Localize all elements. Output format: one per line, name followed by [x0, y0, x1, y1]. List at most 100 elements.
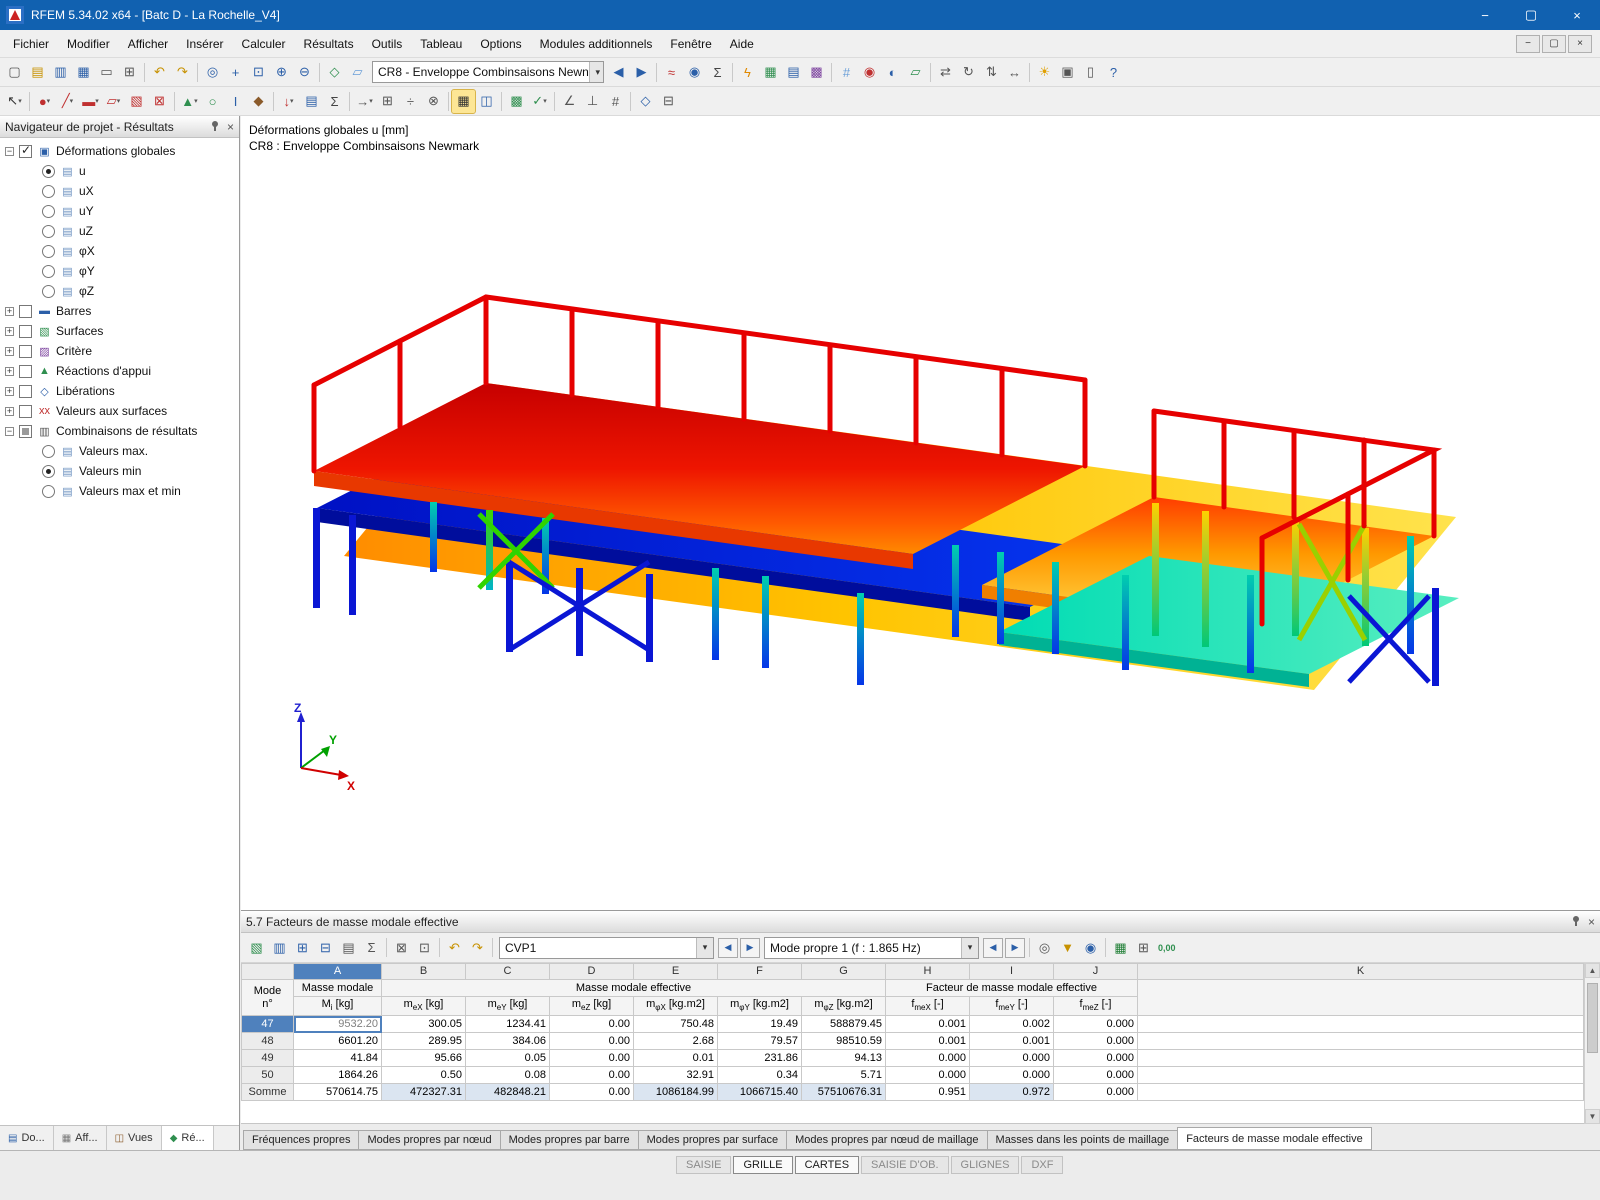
new-line-icon[interactable]: ╱ ▾: [56, 90, 79, 113]
edit-move-icon[interactable]: → ▾: [353, 90, 376, 113]
cvp-combo[interactable]: CVP1 ▾: [499, 936, 714, 959]
cell-47-b[interactable]: 300.05: [381, 1015, 466, 1034]
radio-valeurs-max-et-min[interactable]: [42, 484, 55, 498]
cell-49-e[interactable]: 0.01: [633, 1049, 718, 1068]
close-icon[interactable]: ×: [227, 120, 234, 134]
checkbox-barres[interactable]: [19, 304, 32, 318]
mdi-minimize-button[interactable]: −: [1516, 34, 1540, 53]
cell-49-j[interactable]: 0.000: [1053, 1049, 1138, 1068]
undo-table-icon[interactable]: ↶: [443, 936, 466, 959]
numbering-icon[interactable]: #: [604, 90, 627, 113]
cross-section-icon[interactable]: I: [224, 90, 247, 113]
table-filter-icon[interactable]: ▥: [268, 936, 291, 959]
mdi-restore-button[interactable]: ▢: [1542, 34, 1566, 53]
tree-item-u[interactable]: ▤ u: [0, 161, 239, 181]
collapse-icon[interactable]: −: [5, 426, 14, 436]
tree-item-valeurs-max[interactable]: ▤ Valeurs max.: [0, 441, 239, 461]
cell-47-j[interactable]: 0.000: [1053, 1015, 1138, 1034]
close-icon[interactable]: ×: [1588, 915, 1595, 929]
tree-item-x[interactable]: ▤ φX: [0, 241, 239, 261]
snap-icon[interactable]: ◉: [858, 61, 881, 84]
radio-x[interactable]: [42, 244, 55, 258]
menu-item-outils[interactable]: Outils: [363, 32, 412, 56]
radio-uz[interactable]: [42, 224, 55, 238]
tree-item-valeurs-max-et-min[interactable]: ▤ Valeurs max et min: [0, 481, 239, 501]
zoom-icon[interactable]: ◎: [201, 61, 224, 84]
clipping-icon[interactable]: ⊟: [657, 90, 680, 113]
delete-row-icon[interactable]: ⊟: [314, 936, 337, 959]
modules-icon[interactable]: ▩: [805, 61, 828, 84]
render-icon[interactable]: ☀: [1033, 61, 1056, 84]
cell-47-c[interactable]: 1234.41: [465, 1015, 550, 1034]
cell-somme-e[interactable]: 1086184.99: [633, 1083, 718, 1102]
cell-49-g[interactable]: 94.13: [801, 1049, 886, 1068]
cell-47-a[interactable]: 9532.20: [293, 1015, 382, 1034]
menu-item-aide[interactable]: Aide: [721, 32, 763, 56]
load-cases-icon[interactable]: ▤: [300, 90, 323, 113]
rotate-icon[interactable]: ↻: [957, 61, 980, 84]
table-tab-masses-dans-les-points-de-maillage[interactable]: Masses dans les points de maillage: [986, 1130, 1179, 1150]
cell-50-d[interactable]: 0.00: [549, 1066, 634, 1085]
display-properties-icon[interactable]: ▦: [451, 88, 476, 114]
dock-tab-vues[interactable]: ◫ Vues: [107, 1126, 162, 1150]
filter-icon[interactable]: ▼: [1056, 936, 1079, 959]
column-letter-c[interactable]: C: [465, 963, 550, 980]
visibility-icon[interactable]: ◫: [475, 90, 498, 113]
views-icon[interactable]: ◇: [634, 90, 657, 113]
cell-49-c[interactable]: 0.05: [465, 1049, 550, 1068]
cell-50-a[interactable]: 1864.26: [293, 1066, 382, 1085]
material-icon[interactable]: ◆: [247, 90, 270, 113]
cell-47-d[interactable]: 0.00: [549, 1015, 634, 1034]
status-toggle-glignes[interactable]: GLIGNES: [950, 1156, 1020, 1174]
cell-47-i[interactable]: 0.002: [969, 1015, 1054, 1034]
tree-item-valeurs-aux-surfaces[interactable]: + xx Valeurs aux surfaces: [0, 401, 239, 421]
tables-icon[interactable]: ▤: [782, 61, 805, 84]
dock-tab-r[interactable]: ◆ Ré...: [161, 1126, 214, 1150]
planes-icon[interactable]: ▱: [904, 61, 927, 84]
radio-y[interactable]: [42, 264, 55, 278]
checkbox-surfaces[interactable]: [19, 324, 32, 338]
control-panel-icon[interactable]: ▯: [1079, 61, 1102, 84]
column-letter-e[interactable]: E: [633, 963, 718, 980]
zoom-out-icon[interactable]: ⊖: [293, 61, 316, 84]
menu-item-options[interactable]: Options: [471, 32, 530, 56]
copy-icon[interactable]: ⊞: [118, 61, 141, 84]
insert-row-icon[interactable]: ⊞: [291, 936, 314, 959]
radio-u[interactable]: [42, 164, 55, 178]
new-node-icon[interactable]: ● ▾: [33, 90, 56, 113]
cell-somme-c[interactable]: 482848.21: [465, 1083, 550, 1102]
row-header-somme[interactable]: Somme: [241, 1083, 294, 1102]
mode-combo[interactable]: Mode propre 1 (f : 1.865 Hz) ▾: [764, 936, 979, 959]
dock-tab-do[interactable]: ▤ Do...: [0, 1126, 54, 1150]
column-letter-f[interactable]: F: [717, 963, 802, 980]
result-rows-icon[interactable]: ▤: [337, 936, 360, 959]
table-tab-facteurs-de-masse-modale-effective[interactable]: Facteurs de masse modale effective: [1177, 1127, 1372, 1150]
row-header-49[interactable]: 49: [241, 1049, 294, 1068]
table-tab-modes-propres-par-surface[interactable]: Modes propres par surface: [637, 1130, 788, 1150]
menu-item-ins-rer[interactable]: Insérer: [177, 32, 232, 56]
cell-48-e[interactable]: 2.68: [633, 1032, 718, 1051]
tree-item-crit-re[interactable]: + ▨ Critère: [0, 341, 239, 361]
cell-48-j[interactable]: 0.000: [1053, 1032, 1138, 1051]
cell-48-h[interactable]: 0.001: [885, 1032, 970, 1051]
cell-47-h[interactable]: 0.001: [885, 1015, 970, 1034]
column-letter-b[interactable]: B: [381, 963, 466, 980]
radio-uy[interactable]: [42, 204, 55, 218]
cell-49-k[interactable]: [1137, 1049, 1584, 1068]
menu-item-afficher[interactable]: Afficher: [119, 32, 177, 56]
checkbox-crit-re[interactable]: [19, 344, 32, 358]
edit-divide-icon[interactable]: ÷: [399, 90, 422, 113]
cell-49-f[interactable]: 231.86: [717, 1049, 802, 1068]
table-tab-modes-propres-par-n-ud-de-maillage[interactable]: Modes propres par nœud de maillage: [786, 1130, 988, 1150]
cell-50-f[interactable]: 0.34: [717, 1066, 802, 1085]
print-icon[interactable]: ▭: [95, 61, 118, 84]
cell-50-i[interactable]: 0.000: [969, 1066, 1054, 1085]
previous-mode-button[interactable]: ◀: [983, 937, 1003, 958]
save-icon[interactable]: ▥: [49, 61, 72, 84]
redo-table-icon[interactable]: ↷: [466, 936, 489, 959]
dimensions-icon[interactable]: ↔: [1003, 61, 1026, 84]
cell-somme-h[interactable]: 0.951: [885, 1083, 970, 1102]
expand-icon[interactable]: +: [5, 406, 14, 416]
column-letter-a[interactable]: A: [293, 963, 382, 980]
chevron-down-icon[interactable]: ▾: [961, 937, 978, 958]
